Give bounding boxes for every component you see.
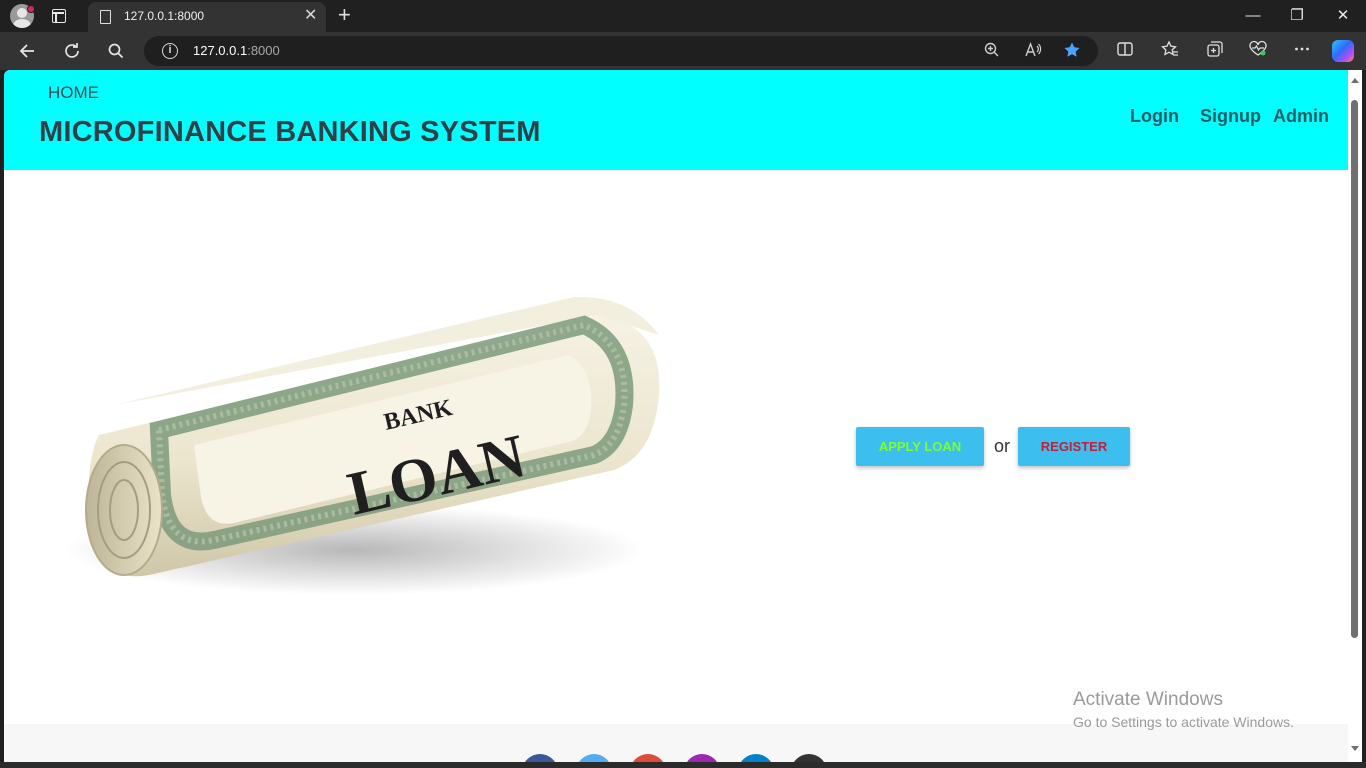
performance-icon[interactable] — [1247, 40, 1269, 62]
read-aloud-icon[interactable] — [1023, 41, 1043, 61]
minimize-button[interactable]: — — [1230, 4, 1276, 28]
new-tab-button[interactable]: + — [338, 3, 351, 27]
close-window-button[interactable]: ✕ — [1320, 4, 1366, 28]
scroll-up-arrow[interactable] — [1351, 78, 1359, 83]
scroll-thumb[interactable] — [1351, 100, 1358, 638]
close-tab-icon[interactable]: ✕ — [304, 7, 317, 25]
or-separator: or — [994, 436, 1011, 456]
admin-link[interactable]: Admin — [1273, 106, 1329, 127]
profile-notification-dot — [27, 5, 35, 13]
bank-loan-image: BANK LOAN — [64, 296, 660, 595]
page-scrollbar[interactable] — [1348, 70, 1362, 762]
browser-address-bar: i 127.0.0.1:8000 — [0, 32, 1366, 70]
info-icon[interactable]: i — [162, 43, 178, 59]
more-icon[interactable] — [1291, 40, 1313, 62]
hero-section: BANK LOAN APPLY LOAN or REGISTER — [4, 170, 1348, 724]
page-title: MICROFINANCE BANKING SYSTEM — [39, 116, 541, 148]
search-icon[interactable] — [105, 40, 127, 62]
page-viewport: HOME MICROFINANCE BANKING SYSTEM Login S… — [4, 70, 1348, 762]
copilot-icon[interactable] — [1332, 40, 1354, 62]
url-input[interactable]: i 127.0.0.1:8000 — [144, 36, 1098, 66]
home-link[interactable]: HOME — [48, 83, 99, 103]
taskbar-strip — [0, 762, 1366, 768]
tab-title: 127.0.0.1:8000 — [124, 9, 205, 23]
site-header: HOME MICROFINANCE BANKING SYSTEM Login S… — [4, 70, 1348, 170]
register-button[interactable]: REGISTER — [1018, 427, 1130, 466]
split-screen-icon[interactable] — [1114, 40, 1136, 62]
signup-link[interactable]: Signup — [1200, 106, 1261, 127]
restore-button[interactable]: ❐ — [1274, 4, 1320, 28]
browser-tab[interactable]: 127.0.0.1:8000 ✕ — [88, 2, 326, 32]
zoom-icon[interactable] — [982, 41, 1002, 61]
favorite-star-icon[interactable] — [1062, 41, 1082, 61]
login-link[interactable]: Login — [1130, 106, 1179, 127]
collections-icon[interactable] — [1204, 40, 1226, 62]
url-text: 127.0.0.1:8000 — [193, 43, 280, 58]
favorites-icon[interactable] — [1159, 40, 1181, 62]
activate-windows-title: Activate Windows — [1073, 689, 1223, 710]
page-icon — [100, 10, 111, 24]
activate-windows-subtitle: Go to Settings to activate Windows. — [1073, 714, 1294, 730]
back-icon[interactable] — [17, 40, 39, 62]
scroll-down-arrow[interactable] — [1351, 746, 1359, 751]
tab-actions-icon[interactable] — [52, 9, 66, 23]
apply-loan-button[interactable]: APPLY LOAN — [856, 427, 984, 466]
browser-tab-bar: 127.0.0.1:8000 ✕ + — ❐ ✕ — [0, 0, 1366, 32]
refresh-icon[interactable] — [61, 40, 83, 62]
